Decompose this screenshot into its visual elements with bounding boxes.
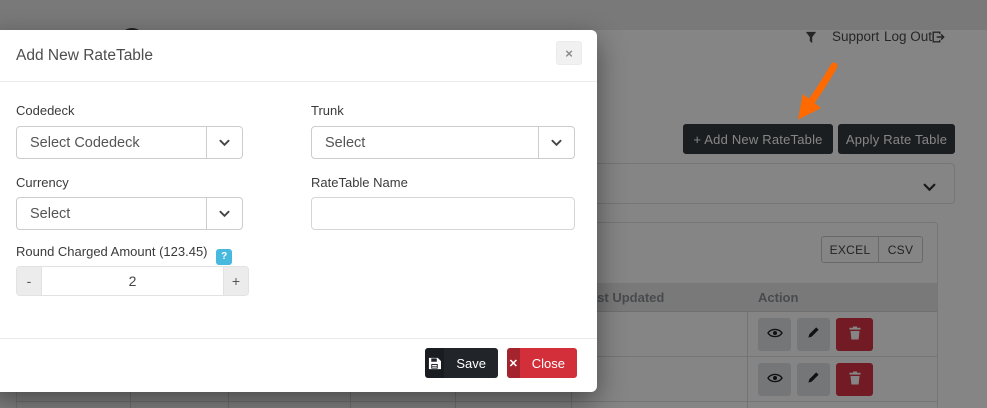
add-ratetable-modal: Add New RateTable × Codedeck Select Code… [0,30,597,392]
trunk-select-value: Select [325,134,366,151]
save-icon [425,348,445,378]
stepper-decrement-button[interactable]: - [17,267,41,295]
round-charged-amount-label: Round Charged Amount (123.45) ? [16,244,233,265]
close-button-label: Close [531,355,565,371]
modal-title: Add New RateTable [16,47,153,64]
round-amount-stepper: - + [16,266,249,296]
modal-header: Add New RateTable × [0,30,597,82]
codedeck-label: Codedeck [16,103,75,118]
ratetable-name-input[interactable] [311,197,575,230]
modal-footer: Save ✕ Close [0,338,597,392]
close-icon: × [565,45,573,61]
screen: Support Log Out + Add New RateTable Appl… [0,0,987,408]
chevron-down-icon[interactable] [206,198,242,229]
save-button[interactable]: Save [425,348,498,378]
save-button-label: Save [456,355,486,371]
round-amount-input[interactable] [41,267,224,295]
codedeck-select-value: Select Codedeck [30,134,140,151]
modal-close-button[interactable]: × [556,41,582,65]
currency-select[interactable]: Select [16,197,243,230]
help-icon[interactable]: ? [216,248,233,265]
codedeck-select[interactable]: Select Codedeck [16,126,243,159]
trunk-select[interactable]: Select [311,126,575,159]
currency-select-value: Select [30,205,71,222]
trunk-label: Trunk [311,103,344,118]
round-charged-amount-text: Round Charged Amount (123.45) [16,244,208,259]
stepper-increment-button[interactable]: + [224,267,248,295]
ratetable-name-label: RateTable Name [311,175,408,190]
close-button[interactable]: ✕ Close [507,348,577,378]
chevron-down-icon[interactable] [206,127,242,158]
currency-label: Currency [16,175,69,190]
x-icon: ✕ [507,348,520,378]
chevron-down-icon[interactable] [538,127,574,158]
